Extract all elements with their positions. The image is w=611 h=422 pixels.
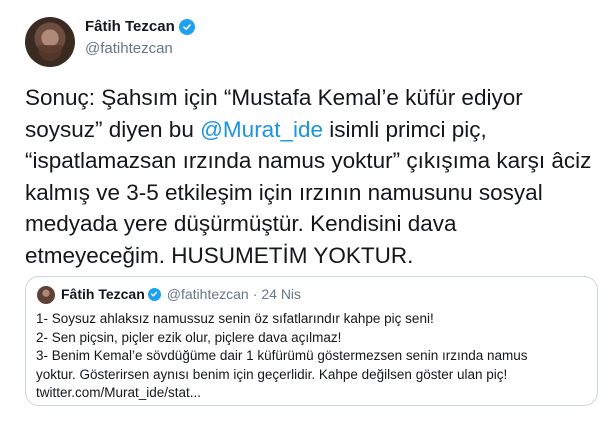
- quoted-tweet-text: 1- Soysuz ahlaksız namussuz senin öz sıf…: [36, 310, 591, 403]
- mention-link[interactable]: @Murat_ide: [200, 117, 323, 142]
- quoted-author-name: Fâtih Tezcan: [61, 286, 145, 302]
- author-name-row: Fâtih Tezcan: [85, 18, 195, 35]
- quoted-author-avatar: [37, 286, 55, 304]
- quoted-line: yoktur. Gösterirsen aynısı benim için ge…: [36, 366, 508, 382]
- quoted-line: 2- Sen piçsin, piçler ezik olur, piçlere…: [36, 329, 342, 345]
- author-handle[interactable]: @fatihtezcan: [85, 40, 173, 57]
- quoted-separator: ·: [252, 286, 258, 302]
- quoted-link[interactable]: twitter.com/Murat_ide/stat...: [36, 384, 591, 403]
- quoted-line: 3- Benim Kemal’e sövdüğüme dair 1 küfürü…: [36, 348, 528, 363]
- author-name[interactable]: Fâtih Tezcan: [85, 18, 175, 35]
- quoted-date: 24 Nis: [261, 286, 302, 302]
- quoted-verified-badge-icon: [147, 287, 161, 301]
- verified-badge-icon: [178, 18, 195, 35]
- quoted-line: 1- Soysuz ahlaksız namussuz senin öz sıf…: [36, 311, 434, 326]
- author-avatar[interactable]: [25, 17, 75, 67]
- tweet-text: Sonuç: Şahsım için “Mustafa Kemal’e küfü…: [25, 82, 600, 271]
- tweet: Fâtih Tezcan @fatihtezcan Sonuç: Şahsım …: [0, 0, 611, 422]
- quoted-tweet[interactable]: Fâtih Tezcan @fatihtezcan · 24 Nis 1- So…: [25, 276, 598, 406]
- quoted-tweet-header: Fâtih Tezcan @fatihtezcan · 24 Nis: [61, 286, 301, 302]
- quoted-author-handle: @fatihtezcan: [166, 286, 249, 302]
